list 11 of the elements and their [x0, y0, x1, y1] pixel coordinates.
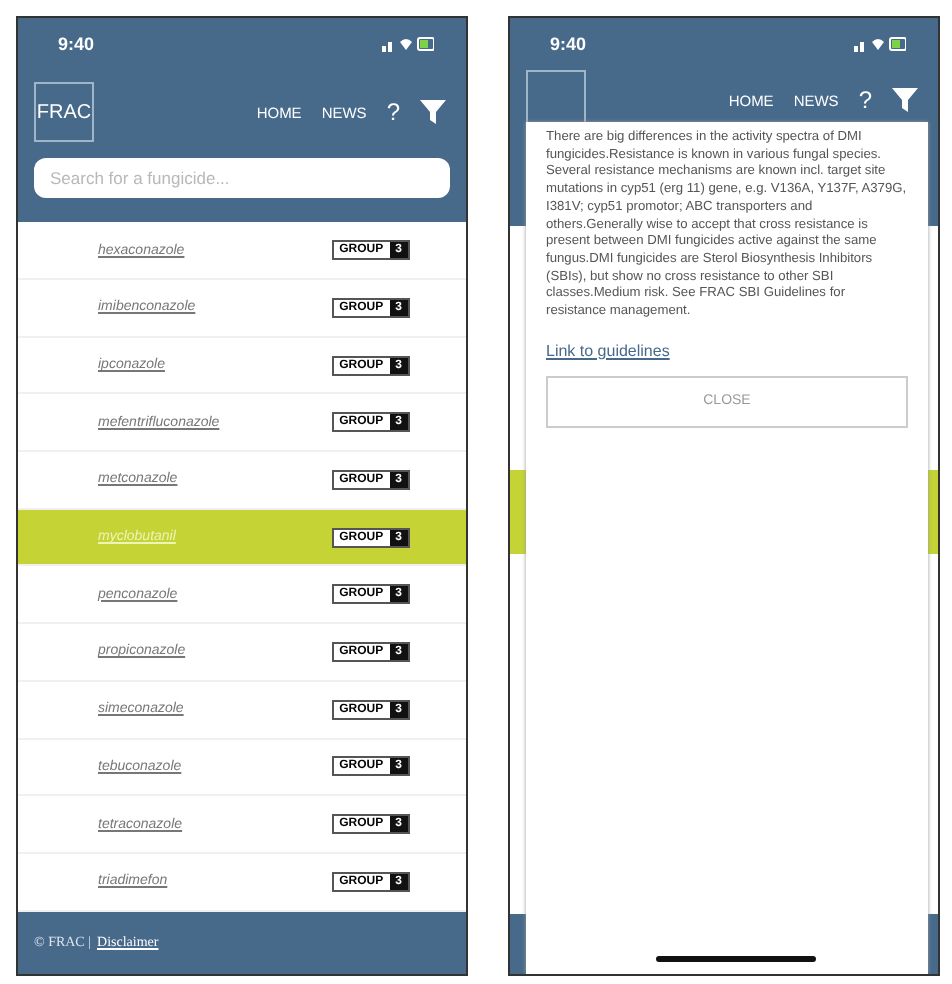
status-icons — [854, 36, 906, 52]
frac-logo[interactable]: FRAC — [34, 82, 94, 142]
search-field[interactable]: Search for a fungicide... — [34, 158, 450, 198]
filter-icon[interactable] — [892, 88, 918, 112]
guidelines-link[interactable]: Link to guidelines — [546, 341, 908, 360]
nav-link[interactable]: ? — [386, 98, 400, 126]
nav-link[interactable]: ? — [858, 86, 872, 114]
status-time: 9:40 — [58, 34, 95, 54]
status-time: 9:40 — [550, 34, 587, 54]
filter-icon[interactable] — [420, 100, 446, 124]
status-icons — [382, 36, 434, 52]
